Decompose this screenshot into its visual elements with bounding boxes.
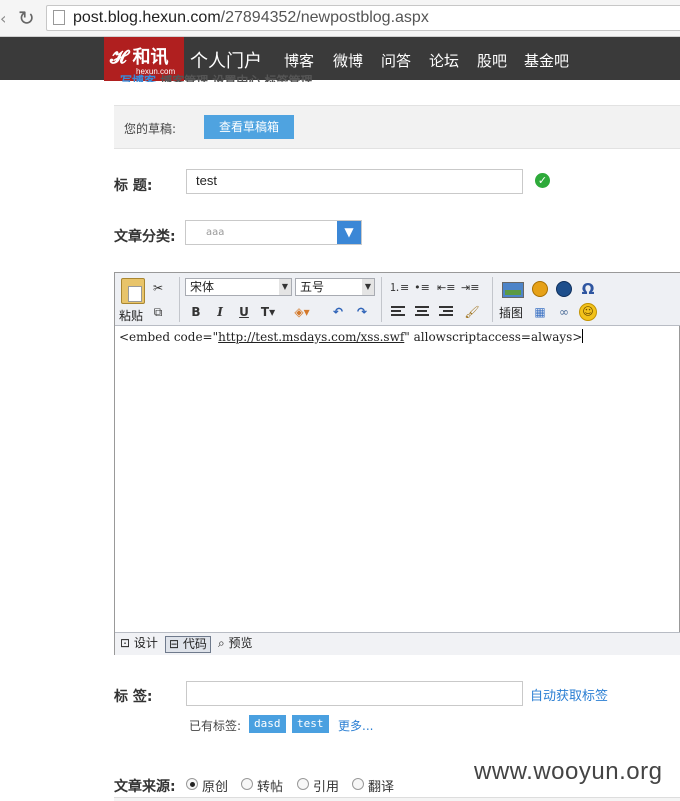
radio-label-repost: 转帖 — [257, 780, 284, 795]
paste-label: 粘贴 — [119, 309, 144, 323]
toolbar-separator — [381, 277, 382, 322]
insert-image-icon[interactable] — [502, 282, 524, 298]
radio-label-quote: 引用 — [313, 780, 340, 795]
tags-label: 标 签: — [114, 689, 153, 705]
mode-code[interactable]: ⊟ 代码 — [165, 636, 211, 653]
sub-navigation: 写博客 博客管理 设置中心 标签管理 — [120, 72, 313, 82]
subnav-write-blog[interactable]: 写博客 — [120, 74, 156, 82]
media-icon[interactable] — [532, 281, 548, 297]
content-link: http://test.msdays.com/xss.swf — [218, 330, 405, 344]
emoticon-icon[interactable]: ☺ — [579, 303, 597, 321]
align-left-icon[interactable] — [391, 306, 405, 318]
italic-icon[interactable]: I — [211, 303, 229, 321]
category-label: 文章分类: — [114, 229, 176, 245]
dropdown-arrow-icon: ▼ — [279, 279, 291, 295]
bottom-divider — [114, 797, 680, 801]
align-center-icon[interactable] — [415, 306, 429, 318]
ordered-list-icon[interactable]: ⒈≡ — [389, 279, 409, 297]
undo-icon[interactable]: ↶ — [329, 303, 347, 321]
toolbar-separator — [492, 277, 493, 322]
highlight-color-icon[interactable]: ◈▾ — [293, 303, 311, 321]
back-arrow-icon[interactable]: ‹ — [0, 9, 6, 28]
view-drafts-button[interactable]: 查看草稿箱 — [204, 115, 294, 139]
link-icon[interactable]: ∞ — [555, 303, 573, 321]
tags-input[interactable] — [186, 681, 523, 706]
editor-toolbar: 粘贴 ✂ ⧉ 宋体 ▼ 五号 ▼ B I U T▾ ◈▾ ↶ ↷ ⒈≡ •≡ ⇤… — [115, 273, 680, 326]
font-family-value: 宋体 — [190, 280, 215, 294]
flash-icon[interactable] — [556, 281, 572, 297]
check-icon: ✓ — [535, 173, 550, 188]
nav-title[interactable]: 个人门户 — [190, 47, 262, 73]
radio-label-translate: 翻译 — [368, 780, 395, 795]
subnav-rest[interactable]: 博客管理 设置中心 标签管理 — [160, 74, 312, 82]
watermark-text: www.wooyun.org — [474, 758, 663, 785]
cut-icon[interactable]: ✂ — [149, 279, 167, 297]
special-char-icon[interactable]: Ω — [579, 280, 597, 298]
radio-quote[interactable] — [297, 778, 309, 790]
paste-button[interactable]: 粘贴 — [119, 278, 147, 323]
drafts-bar: 您的草稿: 查看草稿箱 — [114, 105, 680, 149]
page-icon — [53, 10, 65, 25]
editor-mode-bar: ⊡ 设计 ⊟ 代码 ⌕ 预览 — [115, 632, 680, 655]
copy-icon[interactable]: ⧉ — [149, 303, 167, 321]
category-select[interactable]: aaa ▼ — [185, 220, 362, 245]
bold-icon[interactable]: B — [187, 303, 205, 321]
toolbar-separator — [179, 277, 180, 322]
nav-link-weibo[interactable]: 微博 — [333, 50, 363, 71]
redo-icon[interactable]: ↷ — [353, 303, 371, 321]
top-nav: 个人门户 博客 微博 问答 论坛 股吧 基金吧 — [0, 37, 680, 80]
align-right-icon[interactable] — [439, 306, 453, 318]
url-field[interactable]: post.blog.hexun.com/27894352/newpostblog… — [46, 5, 680, 31]
auto-tags-link[interactable]: 自动获取标签 — [530, 685, 608, 704]
table-icon[interactable]: ▦ — [531, 303, 549, 321]
existing-tag[interactable]: dasd — [249, 715, 286, 733]
nav-link-blog[interactable]: 博客 — [284, 50, 314, 71]
indent-icon[interactable]: ⇥≡ — [461, 279, 479, 297]
existing-tags-label: 已有标签: — [189, 719, 242, 733]
font-family-select[interactable]: 宋体 ▼ — [185, 278, 292, 296]
existing-tag[interactable]: test — [292, 715, 329, 733]
outdent-icon[interactable]: ⇤≡ — [437, 279, 455, 297]
font-size-value: 五号 — [300, 280, 325, 294]
title-input[interactable]: test — [186, 169, 523, 194]
browser-address-bar: ‹ ↻ post.blog.hexun.com/27894352/newpost… — [0, 0, 680, 37]
source-label: 文章来源: — [114, 779, 176, 795]
mode-preview[interactable]: ⌕ 预览 — [215, 636, 256, 653]
font-size-select[interactable]: 五号 ▼ — [295, 278, 375, 296]
url-text: post.blog.hexun.com/27894352/newpostblog… — [73, 9, 429, 26]
more-tags-link[interactable]: 更多... — [338, 717, 373, 734]
nav-link-stock-bar[interactable]: 股吧 — [477, 50, 507, 71]
radio-repost[interactable] — [241, 778, 253, 790]
drafts-label: 您的草稿: — [124, 122, 177, 136]
radio-label-original: 原创 — [202, 780, 229, 795]
radio-original[interactable] — [186, 778, 198, 790]
format-painter-icon[interactable]: 🖌 — [463, 303, 481, 321]
nav-link-forum[interactable]: 论坛 — [429, 50, 459, 71]
editor-content[interactable]: <embed code="http://test.msdays.com/xss.… — [119, 329, 584, 344]
insert-image-label[interactable]: 插图 — [499, 304, 523, 321]
title-label: 标 题: — [114, 178, 153, 194]
logo-text: 𝓗 和讯 — [110, 47, 169, 68]
category-value: aaa — [206, 227, 225, 238]
dropdown-arrow-icon: ▼ — [362, 279, 374, 295]
unordered-list-icon[interactable]: •≡ — [413, 279, 431, 297]
chevron-down-icon[interactable]: ▼ — [337, 221, 361, 244]
mode-design[interactable]: ⊡ 设计 — [117, 636, 161, 653]
nav-link-fund-bar[interactable]: 基金吧 — [524, 50, 569, 71]
reload-icon[interactable]: ↻ — [18, 6, 35, 30]
clipboard-paper — [128, 286, 142, 302]
radio-translate[interactable] — [352, 778, 364, 790]
nav-link-qa[interactable]: 问答 — [381, 50, 411, 71]
text-caret — [582, 329, 584, 343]
rich-text-editor: 粘贴 ✂ ⧉ 宋体 ▼ 五号 ▼ B I U T▾ ◈▾ ↶ ↷ ⒈≡ •≡ ⇤… — [114, 272, 680, 655]
underline-icon[interactable]: U — [235, 303, 253, 321]
text-color-icon[interactable]: T▾ — [259, 303, 277, 321]
